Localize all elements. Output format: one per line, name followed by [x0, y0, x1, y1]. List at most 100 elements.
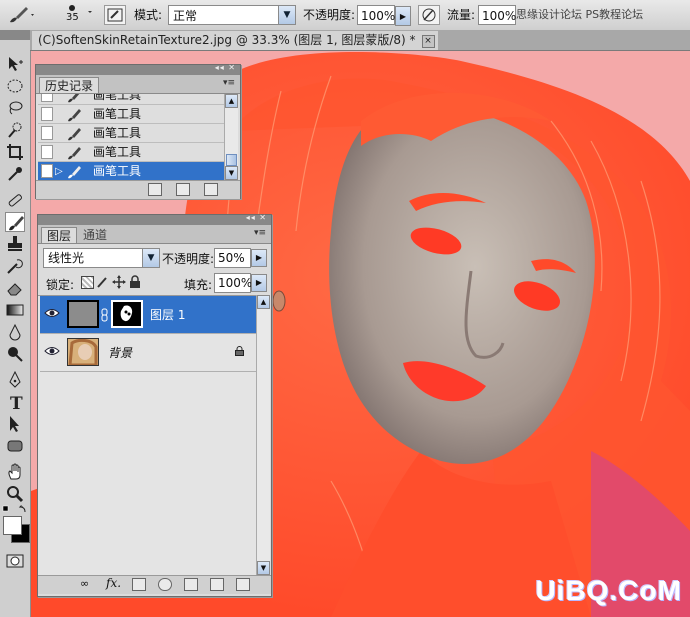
- scroll-down-icon[interactable]: ▼: [257, 561, 270, 575]
- foreground-color-swatch[interactable]: [3, 516, 22, 535]
- lasso-tool[interactable]: [5, 98, 25, 118]
- link-chain-icon[interactable]: [101, 308, 109, 322]
- collapse-icon[interactable]: ◂◂ ✕: [215, 63, 236, 72]
- fx-layer-style-icon[interactable]: fx.: [106, 576, 121, 590]
- zoom-tool[interactable]: [5, 484, 25, 504]
- eye-icon[interactable]: [44, 344, 60, 358]
- scroll-up-icon[interactable]: ▲: [257, 295, 270, 309]
- flow-value: 100%: [482, 9, 517, 23]
- default-colors-button[interactable]: [2, 504, 28, 514]
- blur-tool[interactable]: [5, 322, 25, 342]
- brush-tool[interactable]: [5, 212, 25, 232]
- scroll-thumb[interactable]: [226, 154, 237, 166]
- history-item-current[interactable]: ▷ 画笔工具: [38, 162, 224, 180]
- healing-brush-tool[interactable]: [5, 190, 25, 210]
- history-snapshot-checkbox[interactable]: [41, 164, 53, 178]
- history-item[interactable]: 画笔工具: [38, 124, 224, 143]
- history-brush-tool[interactable]: [5, 256, 25, 276]
- move-icon: [9, 57, 23, 71]
- svg-text:T: T: [10, 394, 23, 412]
- shape-tool[interactable]: [5, 436, 25, 456]
- lock-label: 锁定:: [46, 278, 75, 292]
- portrait-thumbnail-icon: [68, 338, 98, 367]
- close-icon[interactable]: ×: [421, 35, 435, 48]
- brush-size-value: 35: [66, 12, 79, 23]
- lock-pixels-brush-icon[interactable]: [96, 275, 110, 289]
- add-mask-icon[interactable]: [132, 578, 146, 591]
- link-layers-icon[interactable]: ∞: [80, 577, 89, 590]
- history-snapshot-checkbox[interactable]: [41, 126, 53, 140]
- history-item[interactable]: 画笔工具: [38, 105, 224, 124]
- trash-icon[interactable]: [204, 183, 218, 196]
- history-panel: ◂◂ ✕ 历史记录 ▾≡ 画笔工具 画笔工具 画笔工具 画笔工具 ▷ 画笔工具 …: [35, 63, 241, 199]
- clone-stamp-tool[interactable]: [5, 234, 25, 254]
- layers-scrollbar[interactable]: ▲ ▼: [256, 295, 270, 575]
- pen-tool[interactable]: [5, 370, 25, 390]
- eraser-tool[interactable]: [5, 278, 25, 298]
- quick-selection-tool[interactable]: [5, 120, 25, 140]
- opacity-slider-button[interactable]: ▶: [395, 6, 411, 26]
- history-snapshot-checkbox[interactable]: [41, 145, 53, 159]
- collapse-icon[interactable]: ◂◂ ✕: [246, 213, 267, 222]
- layer-mask-thumbnail[interactable]: [111, 300, 143, 328]
- gradient-tool[interactable]: [5, 300, 25, 320]
- mode-select[interactable]: 正常 ▼: [168, 5, 296, 25]
- dodge-tool[interactable]: [5, 344, 25, 364]
- scroll-down-icon[interactable]: ▼: [225, 166, 238, 180]
- tools-panel-grip[interactable]: [0, 30, 30, 40]
- opacity-input[interactable]: 100%: [357, 5, 395, 25]
- healing-bandage-icon: [8, 194, 22, 207]
- fill-slider-button[interactable]: ▶: [251, 274, 267, 292]
- layer-row-layer-1[interactable]: 图层 1: [40, 296, 256, 334]
- fill-input[interactable]: 100%: [214, 273, 252, 293]
- eye-icon[interactable]: [44, 306, 60, 320]
- brush-size-picker[interactable]: 35: [56, 1, 96, 29]
- marquee-tool[interactable]: [5, 76, 25, 96]
- adjustment-layer-icon[interactable]: [158, 578, 172, 591]
- layer-row-background[interactable]: 背景: [40, 334, 256, 372]
- tab-layers[interactable]: 图层: [41, 227, 78, 243]
- scroll-up-icon[interactable]: ▲: [225, 94, 238, 108]
- tab-channels[interactable]: 通道: [78, 227, 112, 243]
- folder-icon[interactable]: [184, 578, 198, 591]
- type-tool[interactable]: T: [5, 392, 25, 412]
- hand-tool[interactable]: [5, 462, 25, 482]
- layer-opacity-input[interactable]: 50%: [214, 248, 251, 268]
- pen-pressure-opacity-toggle[interactable]: [418, 5, 440, 25]
- brush-panel-toggle[interactable]: [104, 5, 126, 25]
- camera-snapshot-icon[interactable]: [176, 183, 190, 196]
- layer-thumbnail[interactable]: [67, 300, 99, 328]
- tool-preset-picker[interactable]: [6, 4, 36, 24]
- history-item[interactable]: 画笔工具: [38, 143, 224, 162]
- lock-transparency-icon[interactable]: [81, 276, 94, 289]
- panel-menu-icon[interactable]: ▾≡: [254, 228, 266, 238]
- document-tab[interactable]: (C)SoftenSkinRetainTexture2.jpg @ 33.3% …: [32, 31, 438, 50]
- layer-thumbnail[interactable]: [67, 338, 99, 367]
- move-tool[interactable]: [5, 54, 25, 74]
- panel-menu-icon[interactable]: ▾≡: [223, 78, 235, 88]
- eyedropper-tool[interactable]: [5, 164, 25, 184]
- eyedropper-icon: [8, 167, 22, 181]
- tab-history[interactable]: 历史记录: [39, 77, 100, 93]
- blend-mode-value: 线性光: [48, 251, 85, 265]
- flow-input[interactable]: 100%: [478, 5, 516, 25]
- history-snapshot-checkbox[interactable]: [41, 107, 53, 121]
- layers-panel-grip[interactable]: ◂◂ ✕: [38, 213, 271, 225]
- history-item[interactable]: 画笔工具: [38, 94, 224, 105]
- new-document-from-state-icon[interactable]: [148, 183, 162, 196]
- history-scrollbar[interactable]: ▲ ▼: [224, 94, 238, 180]
- path-selection-tool[interactable]: [5, 414, 25, 434]
- layer-name: 图层 1: [150, 308, 186, 322]
- color-swatches[interactable]: [3, 516, 30, 543]
- history-snapshot-checkbox[interactable]: [41, 94, 53, 102]
- opacity-label: 不透明度:: [303, 8, 356, 22]
- lock-all-icon[interactable]: [129, 275, 141, 289]
- trash-icon[interactable]: [236, 578, 250, 591]
- lock-position-move-icon[interactable]: [112, 275, 126, 289]
- history-panel-grip[interactable]: ◂◂ ✕: [36, 63, 240, 75]
- new-layer-icon[interactable]: [210, 578, 224, 591]
- blend-mode-select[interactable]: 线性光 ▼: [43, 248, 160, 268]
- layer-opacity-slider-button[interactable]: ▶: [251, 249, 267, 267]
- crop-tool[interactable]: [5, 142, 25, 162]
- quick-mask-button[interactable]: [5, 551, 25, 571]
